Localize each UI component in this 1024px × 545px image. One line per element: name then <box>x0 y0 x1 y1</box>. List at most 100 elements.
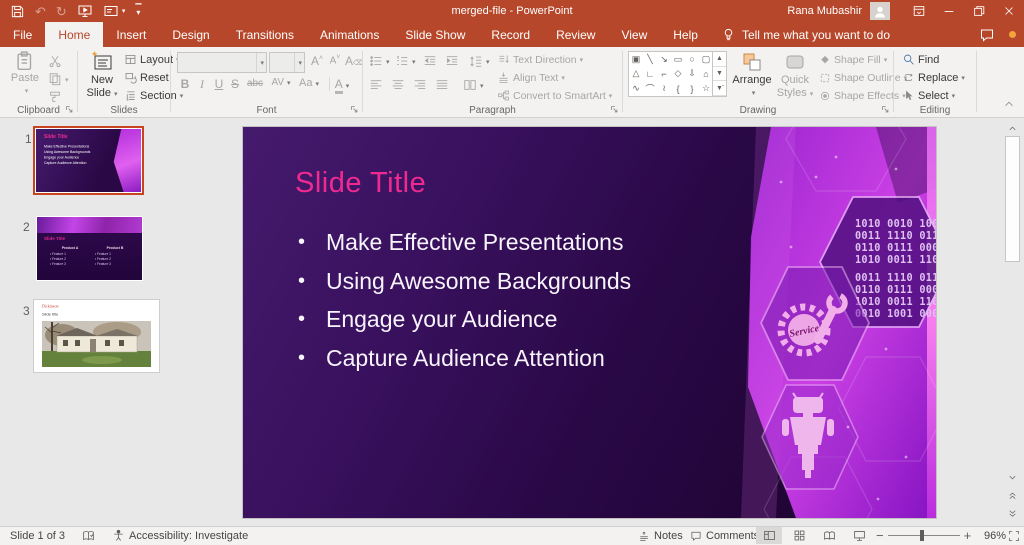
strikethrough-button[interactable]: S <box>229 77 241 91</box>
paragraph-dialog-launcher-icon[interactable] <box>609 103 619 115</box>
clipboard-dialog-launcher-icon[interactable] <box>64 103 74 115</box>
clear-formatting-icon[interactable]: A⌫ <box>345 54 359 68</box>
tab-view[interactable]: View <box>608 22 660 47</box>
reset-button[interactable]: Reset <box>124 69 169 86</box>
slide-canvas[interactable]: 1010 0010 1001 0011 1110 0110 0110 0111 … <box>243 127 936 518</box>
character-spacing-button[interactable]: AV▾ <box>269 77 293 88</box>
slide-indicator[interactable]: Slide 1 of 3 <box>10 527 65 544</box>
gallery-more-icon[interactable]: ▼̄ <box>713 81 726 96</box>
avatar[interactable] <box>870 2 890 20</box>
gallery-scroll-down-icon[interactable]: ▼ <box>713 67 726 82</box>
shape-line-icon[interactable]: ╲ <box>643 52 657 67</box>
shape-down-arrow-icon[interactable]: ⇩ <box>685 67 699 82</box>
shape-rectangle-icon[interactable]: ▭ <box>671 52 685 67</box>
align-text-button[interactable]: Align Text▾ <box>497 69 565 86</box>
slide-bullet[interactable]: Capture Audience Attention <box>298 339 631 378</box>
restore-button[interactable] <box>964 0 994 22</box>
paste-button[interactable]: Paste ▾ <box>8 50 42 98</box>
bullets-icon[interactable]: ▾ <box>369 53 390 68</box>
decrease-indent-icon[interactable] <box>423 53 437 68</box>
shape-fill-button[interactable]: Shape Fill▾ <box>819 51 887 68</box>
zoom-out-icon[interactable]: − <box>876 528 884 543</box>
ribbon-display-options-icon[interactable] <box>904 0 934 22</box>
shape-oval-icon[interactable]: ○ <box>685 52 699 67</box>
subscript-abc-button[interactable]: abc <box>245 78 265 89</box>
slide-bullet[interactable]: Engage your Audience <box>298 300 631 339</box>
tab-animations[interactable]: Animations <box>307 22 392 47</box>
justify-icon[interactable] <box>435 77 449 92</box>
slide-bullet[interactable]: Make Effective Presentations <box>298 223 631 262</box>
drawing-dialog-launcher-icon[interactable] <box>880 103 890 115</box>
shapes-gallery[interactable]: ▣ ╲ ↘ ▭ ○ ▢ △ ∟ ⌐ ◇ ⇩ ⌂ ∿ ⌒ ≀ { } ☆ <box>628 51 714 97</box>
bold-button[interactable]: B <box>179 77 191 91</box>
slide-thumbnail-2[interactable]: Slide Title Product A • Feature 1 • Feat… <box>36 216 143 281</box>
columns-icon[interactable]: ▾ <box>463 77 484 92</box>
underline-button[interactable]: U <box>213 77 225 91</box>
minimize-button[interactable] <box>934 0 964 22</box>
shape-brace-right-icon[interactable]: } <box>685 81 699 96</box>
font-size-combobox[interactable]: ▾ <box>269 52 305 73</box>
next-slide-icon[interactable] <box>1004 506 1020 521</box>
change-case-button[interactable]: Aa▾ <box>297 77 321 89</box>
scroll-down-icon[interactable] <box>1004 470 1020 485</box>
tab-insert[interactable]: Insert <box>103 22 159 47</box>
tab-design[interactable]: Design <box>159 22 222 47</box>
font-dialog-launcher-icon[interactable] <box>349 103 359 115</box>
line-spacing-icon[interactable]: ▾ <box>469 53 490 68</box>
slide-bullet[interactable]: Using Awesome Backgrounds <box>298 262 631 301</box>
shape-arrow-icon[interactable]: ↘ <box>657 52 671 67</box>
shape-brace-left-icon[interactable]: { <box>671 81 685 96</box>
shape-textbox-icon[interactable]: ▣ <box>629 52 643 67</box>
text-direction-button[interactable]: Text Direction▾ <box>497 51 583 68</box>
shape-arc-icon[interactable]: ⌒ <box>643 81 657 96</box>
convert-to-smartart-button[interactable]: Convert to SmartArt▾ <box>497 87 612 104</box>
slide-title[interactable]: Slide Title <box>295 167 426 200</box>
collapse-ribbon-icon[interactable] <box>1002 97 1016 111</box>
shape-elbow-icon[interactable]: ∟ <box>643 67 657 82</box>
shape-triangle-icon[interactable]: △ <box>629 67 643 82</box>
font-color-button[interactable]: A▾ <box>329 77 354 91</box>
zoom-level[interactable]: 96% <box>984 527 1006 544</box>
shape-pentagon-icon[interactable]: ⌂ <box>699 67 713 82</box>
shape-elbow2-icon[interactable]: ⌐ <box>657 67 671 82</box>
zoom-slider[interactable] <box>888 527 960 544</box>
align-right-icon[interactable] <box>413 77 427 92</box>
grow-font-button[interactable]: A˄ <box>309 54 325 68</box>
shrink-font-button[interactable]: A˅ <box>327 54 343 66</box>
tab-home[interactable]: Home <box>45 22 103 47</box>
spellcheck-icon[interactable] <box>82 527 95 544</box>
arrange-button[interactable]: Arrange ▾ <box>731 50 773 100</box>
zoom-in-icon[interactable]: + <box>964 528 972 543</box>
tab-help[interactable]: Help <box>660 22 711 47</box>
align-center-icon[interactable] <box>391 77 405 92</box>
slide-sorter-view-button[interactable] <box>786 527 812 544</box>
shape-diamond-icon[interactable]: ◇ <box>671 67 685 82</box>
shape-curve-icon[interactable]: ≀ <box>657 81 671 96</box>
close-button[interactable] <box>994 0 1024 22</box>
tab-record[interactable]: Record <box>478 22 543 47</box>
copy-icon[interactable]: ▾ <box>48 71 69 86</box>
cut-icon[interactable] <box>48 53 62 68</box>
replace-button[interactable]: Replace▾ <box>902 69 965 86</box>
fit-to-window-icon[interactable] <box>1008 527 1020 544</box>
user-name[interactable]: Rana Mubashir <box>787 5 862 17</box>
accessibility-status[interactable]: Accessibility: Investigate <box>112 527 248 544</box>
comments-icon[interactable] <box>979 27 995 43</box>
scroll-up-icon[interactable] <box>1004 121 1020 136</box>
reading-view-button[interactable] <box>816 527 842 544</box>
slide-thumbnail-1[interactable]: Slide Title Make Effective Presentations… <box>33 126 144 195</box>
increase-indent-icon[interactable] <box>445 53 459 68</box>
zoom-slider-thumb[interactable] <box>920 530 924 541</box>
tab-transitions[interactable]: Transitions <box>223 22 307 47</box>
slide-show-button[interactable] <box>846 527 872 544</box>
shape-rounded-rect-icon[interactable]: ▢ <box>699 52 713 67</box>
tab-slide-show[interactable]: Slide Show <box>392 22 478 47</box>
tell-me-box[interactable]: Tell me what you want to do <box>711 22 900 47</box>
slide-thumbnail-3[interactable]: Dickinson Slide title <box>34 300 159 372</box>
normal-view-button[interactable] <box>756 527 782 544</box>
italic-button[interactable]: I <box>197 77 207 92</box>
comments-button[interactable]: Comments <box>690 527 759 544</box>
select-button[interactable]: Select▾ <box>902 87 955 104</box>
tab-review[interactable]: Review <box>543 22 608 47</box>
find-button[interactable]: Find <box>902 51 939 68</box>
